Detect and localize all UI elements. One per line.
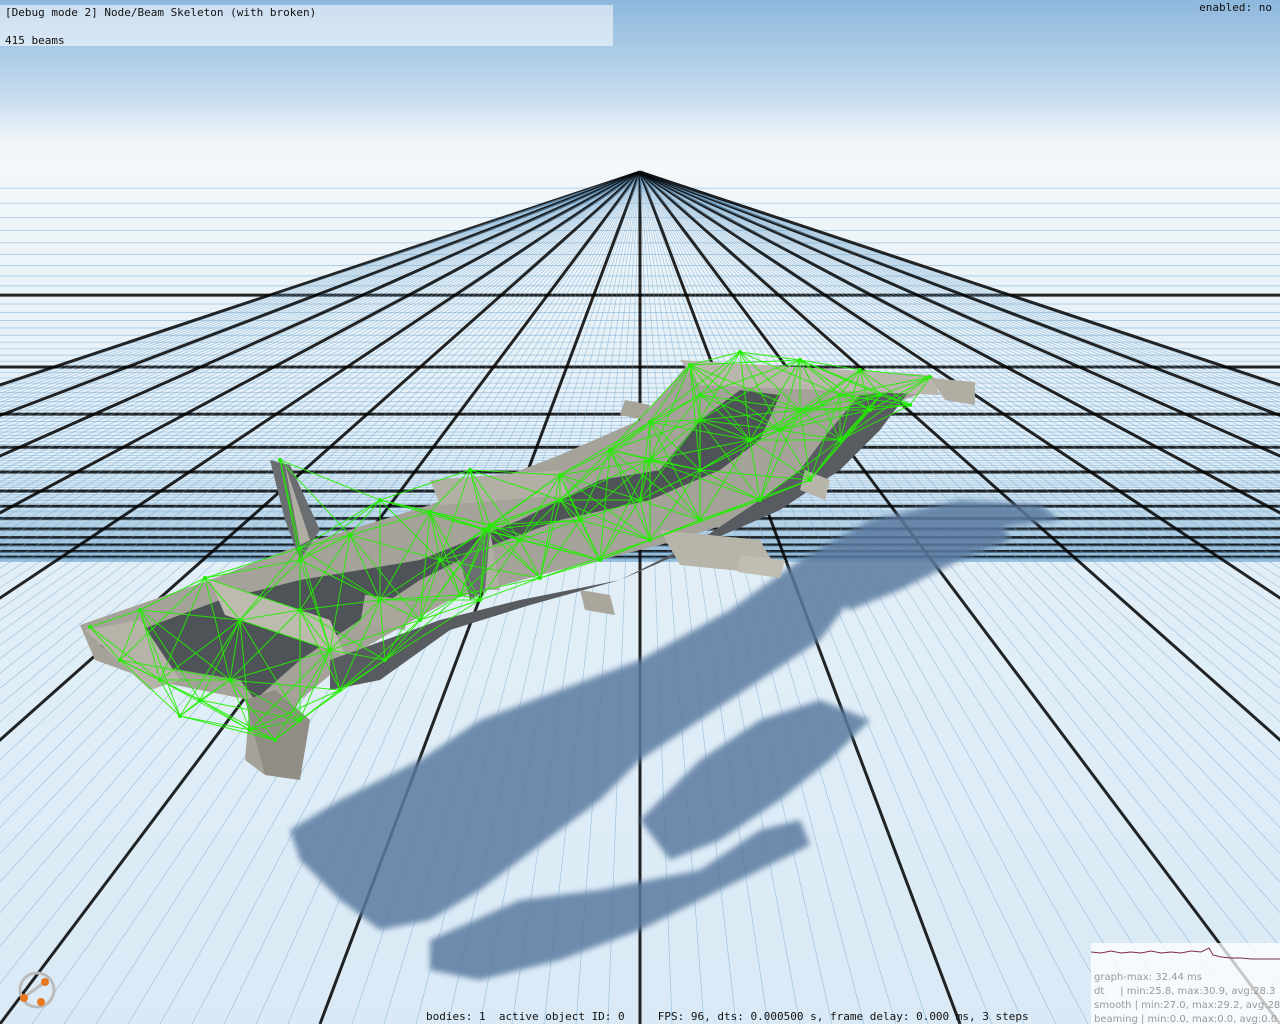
node [758,498,762,502]
node [518,538,522,542]
node [538,576,542,580]
node [418,618,422,622]
node [273,738,277,742]
node [808,478,812,482]
node [483,528,487,532]
node [838,438,842,442]
node [328,648,332,652]
node [198,698,202,702]
node [648,458,652,462]
node [88,625,92,629]
node [798,408,802,412]
node [278,458,282,462]
node [378,598,382,602]
node [298,546,302,550]
beam-count-label: 415 beams [5,34,65,47]
node [688,363,692,367]
performance-panel: graph-max: 32.44 ms dt | min:25.8, max:3… [1091,943,1280,1024]
frame-time-graph [1091,947,1280,960]
node [248,728,252,732]
node [438,558,442,562]
node [378,498,382,502]
node [698,418,702,422]
node [348,533,352,537]
node [598,558,602,562]
node [203,576,207,580]
node [383,658,387,662]
node [158,678,162,682]
debug-overlay-panel: [Debug mode 2] Node/Beam Skeleton (with … [0,5,613,47]
node [488,523,492,527]
3d-viewport[interactable] [0,0,1280,1024]
node [748,438,752,442]
node [858,368,862,372]
node [458,593,462,597]
node [428,510,432,514]
graph-max-label: graph-max: 32.44 ms [1094,972,1202,983]
node [648,420,652,424]
node [838,393,842,397]
node [138,608,142,612]
node [868,408,872,412]
enabled-status: enabled: no [1199,1,1272,14]
node [558,498,562,502]
dt-stats-label: dt | min:25.8, max:30.9, avg:28.3 [1094,986,1276,997]
app-logo [18,971,56,1009]
node [698,468,702,472]
node [878,393,882,397]
node [608,448,612,452]
node [798,358,802,362]
node [238,618,242,622]
node [338,688,342,692]
node [908,403,912,407]
node [558,473,562,477]
node [468,468,472,472]
node [928,375,932,379]
beaming-stats-label: beaming | min:0.0, max:0.0, avg:0.0 [1094,1014,1278,1024]
node [118,658,122,662]
node [698,518,702,522]
node [578,518,582,522]
node [778,428,782,432]
node [228,678,232,682]
smooth-stats-label: smooth | min:27.0, max:29.2, avg:28.2 [1094,1000,1280,1011]
node [638,498,642,502]
node [738,350,742,354]
status-bar: bodies: 1 active object ID: 0 FPS: 96, d… [426,1010,1029,1023]
node [698,393,702,397]
node [298,558,302,562]
debug-mode-label: [Debug mode 2] Node/Beam Skeleton (with … [5,6,317,19]
node [298,608,302,612]
node [648,538,652,542]
frame-time-series-line [1091,947,1280,960]
node [298,718,302,722]
node [478,598,482,602]
node [178,714,182,718]
